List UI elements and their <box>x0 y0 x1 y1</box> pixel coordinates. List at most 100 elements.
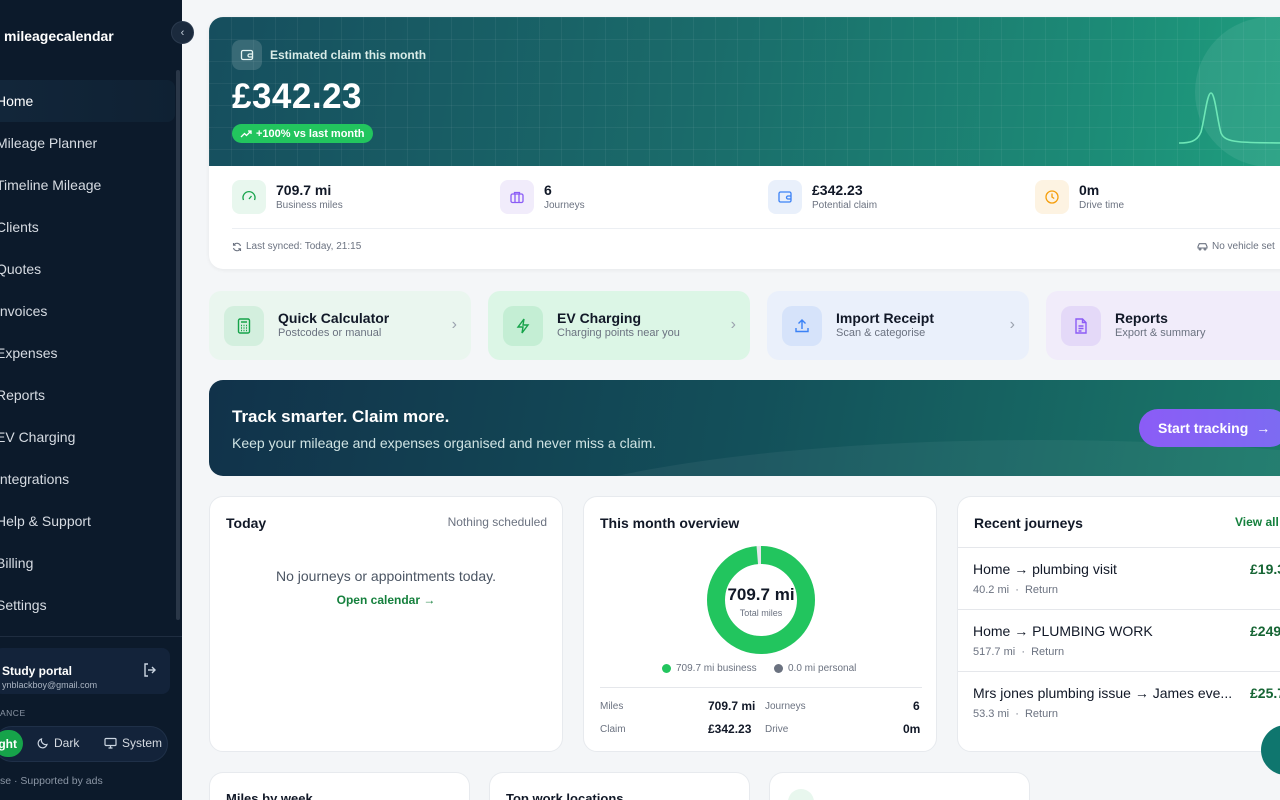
claim-sparkline <box>1179 92 1280 144</box>
sidebar-item-clients[interactable]: Clients <box>0 206 175 248</box>
speedometer-icon <box>232 180 266 214</box>
stat-value: £342.23 <box>812 181 863 198</box>
today-empty-message: No journeys or appointments today. <box>276 568 496 584</box>
claim-summary-card: Estimated claim this month £342.23 +100%… <box>209 17 1280 269</box>
overview-drive-value: 0m <box>903 722 921 736</box>
trending-up-icon <box>240 129 252 137</box>
journey-type: Return <box>1031 646 1065 658</box>
quick-calculator-card[interactable]: Quick Calculator Postcodes or manual › <box>209 291 471 360</box>
calculator-icon <box>224 306 264 346</box>
journey-meta: 517.7 mi · Return <box>973 646 1065 658</box>
journey-row[interactable]: Home → PLUMBING WORK 517.7 mi · Return £… <box>958 610 1280 672</box>
donut-total-label: Total miles <box>739 608 783 618</box>
stats-row: 709.7 mi Business miles 6 Journeys £342.… <box>209 166 1280 229</box>
import-receipt-card[interactable]: Import Receipt Scan & categorise › <box>767 291 1029 360</box>
journey-title: Home → plumbing visit <box>973 561 1117 577</box>
journey-amount: £249.0 <box>1250 623 1280 639</box>
ev-charging-card[interactable]: EV Charging Charging points near you › <box>488 291 750 360</box>
stat-journeys: 6 Journeys <box>500 180 585 214</box>
lightning-icon <box>503 306 543 346</box>
account-email: ynblackboy@gmail.com <box>2 680 98 690</box>
donut-total-value: 709.7 mi <box>727 585 795 604</box>
panel-title: Miles by week <box>226 791 313 800</box>
account-name: Study portal <box>2 664 73 678</box>
vehicle-status[interactable]: No vehicle set <box>1197 241 1275 252</box>
theme-system-button[interactable]: System <box>104 736 162 750</box>
journey-miles: 53.3 mi <box>973 708 1010 720</box>
claim-hero: Estimated claim this month £342.23 +100%… <box>209 17 1280 166</box>
sidebar-item-timeline-mileage[interactable]: Timeline Mileage <box>0 164 175 206</box>
sidebar-divider <box>0 636 182 637</box>
sidebar-item-integrations[interactable]: Integrations <box>0 458 175 500</box>
sidebar-item-help-support[interactable]: Help & Support <box>0 500 175 542</box>
stat-label: Potential claim <box>812 199 878 211</box>
appearance-label: ANCE <box>0 708 26 718</box>
stat-value: 0m <box>1079 181 1100 198</box>
overview-drive-label: Drive <box>765 724 789 735</box>
legend-dot <box>774 664 783 673</box>
overview-journeys-value: 6 <box>913 699 920 713</box>
upload-icon <box>782 306 822 346</box>
journey-type: Return <box>1024 708 1058 720</box>
view-all-link[interactable]: View all <box>1235 515 1279 529</box>
quick-action-subtitle: Postcodes or manual <box>278 327 382 339</box>
legend-personal: 0.0 mi personal <box>774 663 856 674</box>
panel-title: Today <box>226 515 267 531</box>
panel-title: Top work locations <box>506 791 624 800</box>
sidebar-item-quotes[interactable]: Quotes <box>0 248 175 290</box>
open-calendar-link[interactable]: Open calendar → <box>210 593 562 607</box>
quick-action-subtitle: Scan & categorise <box>836 327 926 339</box>
sidebar-item-mileage-planner[interactable]: Mileage Planner <box>0 122 175 164</box>
document-icon <box>1061 306 1101 346</box>
moon-icon <box>37 738 48 749</box>
top-work-locations-card: Top work locations <box>489 772 750 800</box>
journey-miles: 517.7 mi <box>973 646 1016 658</box>
card-icon <box>788 789 814 800</box>
overview-claim-value: £342.23 <box>708 722 752 736</box>
quick-action-subtitle: Export & summary <box>1115 327 1206 339</box>
brand-logo[interactable]: mileagecalendar <box>4 28 114 44</box>
overview-journeys-label: Journeys <box>765 701 806 712</box>
sidebar-item-invoices[interactable]: Invoices <box>0 290 175 332</box>
stat-label: Business miles <box>276 199 343 211</box>
quick-action-title: Reports <box>1115 310 1168 326</box>
miles-by-week-card: Miles by week <box>209 772 470 800</box>
quick-action-title: EV Charging <box>557 310 642 326</box>
quick-action-title: Import Receipt <box>836 310 935 326</box>
chevron-right-icon: › <box>730 316 736 333</box>
journey-title: Mrs jones plumbing issue → James eve... <box>973 685 1233 701</box>
sync-text: Last synced: Today, 21:15 <box>246 241 362 252</box>
theme-dark-label: Dark <box>54 736 80 750</box>
hero-grid-pattern <box>209 17 1280 166</box>
journey-meta: 53.3 mi · Return <box>973 708 1058 720</box>
overview-miles-value: 709.7 mi <box>708 699 756 713</box>
stat-business-miles: 709.7 mi Business miles <box>232 180 343 214</box>
journey-type: Return <box>1024 584 1058 596</box>
sidebar-item-home[interactable]: Home <box>0 80 175 122</box>
overview-claim-label: Claim <box>600 724 626 735</box>
reports-card[interactable]: Reports Export & summary <box>1046 291 1280 360</box>
sidebar-item-expenses[interactable]: Expenses <box>0 332 175 374</box>
logout-icon[interactable] <box>142 662 158 678</box>
arrow-right-icon: → <box>1256 420 1271 436</box>
stat-potential-claim: £342.23 Potential claim <box>768 180 877 214</box>
wallet-icon <box>232 40 262 70</box>
journey-amount: £25.7 <box>1250 685 1280 701</box>
theme-dark-button[interactable]: Dark <box>37 736 79 750</box>
sidebar-item-reports[interactable]: Reports <box>0 374 175 416</box>
banner-title: Track smarter. Claim more. <box>232 407 450 426</box>
trend-badge: +100% vs last month <box>232 124 373 143</box>
sidebar-item-ev-charging[interactable]: EV Charging <box>0 416 175 458</box>
journey-meta: 40.2 mi · Return <box>973 584 1058 596</box>
collapse-sidebar-button[interactable]: ‹ <box>171 21 194 44</box>
journey-row[interactable]: Mrs jones plumbing issue → James eve... … <box>958 672 1280 734</box>
stat-value: 6 <box>544 181 552 198</box>
legend-business-text: 709.7 mi business <box>676 663 757 674</box>
sidebar-item-billing[interactable]: Billing <box>0 542 175 584</box>
banner-subtitle: Keep your mileage and expenses organised… <box>232 435 657 451</box>
journey-row[interactable]: Home → plumbing visit 40.2 mi · Return £… <box>958 548 1280 610</box>
sidebar-item-settings[interactable]: Settings <box>0 584 175 626</box>
sidebar-scrollbar[interactable] <box>176 70 180 620</box>
vehicle-text: No vehicle set <box>1212 241 1275 252</box>
start-tracking-button[interactable]: Start tracking → <box>1139 409 1280 447</box>
